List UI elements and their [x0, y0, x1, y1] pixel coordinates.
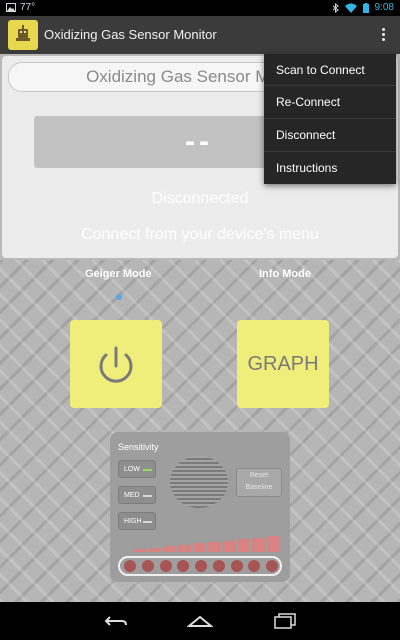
menu-item-reconnect[interactable]: Re-Connect	[264, 86, 396, 119]
meter-segment	[178, 544, 192, 552]
inactive-indicator	[143, 521, 152, 523]
meter-segment	[237, 539, 251, 552]
led-indicator	[159, 560, 172, 572]
meter-segment	[148, 547, 162, 552]
meter-segment	[163, 546, 177, 552]
menu-item-instructions[interactable]: Instructions	[264, 152, 396, 184]
sensitivity-low-button[interactable]: LOW	[118, 460, 156, 478]
recents-icon[interactable]	[273, 613, 297, 629]
app-icon[interactable]	[8, 20, 38, 50]
inactive-indicator	[143, 495, 152, 497]
meter-segment	[252, 537, 266, 552]
meter-segment	[222, 540, 236, 552]
menu-item-scan[interactable]: Scan to Connect	[264, 54, 396, 86]
status-bar: 77° 9:08	[0, 0, 400, 16]
mode-indicator-dot	[116, 294, 122, 300]
led-indicator	[124, 560, 136, 572]
meter-segment	[267, 536, 280, 552]
robot-icon	[16, 25, 30, 41]
wifi-icon	[344, 3, 357, 13]
reset-baseline-button[interactable]: Reset Baseline	[236, 468, 282, 497]
led-indicator	[230, 560, 243, 572]
connection-hint: Connect from your device's menu	[81, 226, 319, 243]
meter-segment	[208, 542, 221, 552]
overflow-menu-icon[interactable]	[380, 26, 386, 44]
menu-item-disconnect[interactable]: Disconnect	[264, 119, 396, 152]
led-indicator	[248, 560, 261, 572]
meter-segment	[193, 543, 206, 552]
connection-status: Disconnected	[151, 190, 249, 207]
active-indicator	[143, 469, 152, 471]
led-indicator	[212, 560, 225, 572]
info-mode-label: Info Mode	[259, 268, 311, 280]
image-icon	[6, 3, 16, 12]
overflow-dropdown-menu: Scan to Connect Re-Connect Disconnect In…	[264, 54, 396, 184]
clock: 9:08	[374, 2, 394, 13]
led-indicator	[195, 560, 208, 572]
action-bar: Oxidizing Gas Sensor Monitor	[0, 16, 400, 54]
power-button[interactable]	[70, 320, 162, 408]
back-icon[interactable]	[102, 614, 128, 628]
led-indicator	[266, 560, 279, 572]
app-title: Oxidizing Gas Sensor Monitor	[44, 27, 217, 42]
battery-icon	[362, 2, 369, 13]
sensitivity-panel: Sensitivity LOW MED HIGH Reset Baseline	[110, 432, 290, 582]
power-icon	[99, 346, 133, 383]
sensitivity-high-button[interactable]: HIGH	[118, 512, 156, 530]
geiger-mode-label: Geiger Mode	[85, 268, 152, 280]
led-indicator	[177, 560, 190, 572]
navigation-bar	[0, 602, 400, 640]
level-meter	[134, 536, 282, 552]
speaker-grille	[170, 456, 228, 508]
sensitivity-med-button[interactable]: MED	[118, 486, 156, 504]
temperature: 77°	[20, 2, 36, 13]
bluetooth-icon	[332, 2, 339, 13]
sensitivity-label: Sensitivity	[118, 442, 159, 452]
led-indicator	[141, 560, 154, 572]
led-strip	[118, 556, 282, 576]
meter-segment	[134, 549, 147, 552]
graph-button[interactable]: GRAPH	[237, 320, 329, 408]
home-icon[interactable]	[187, 614, 213, 628]
